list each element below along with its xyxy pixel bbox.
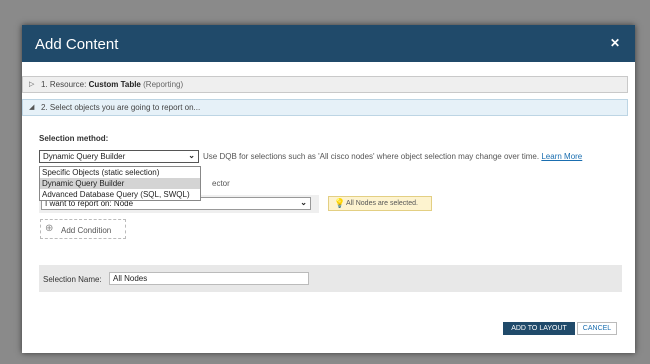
option-dynamic-query-builder[interactable]: Dynamic Query Builder (40, 178, 200, 189)
expand-arrow-icon[interactable]: ▷ (29, 80, 34, 88)
add-to-layout-button[interactable]: ADD TO LAYOUT (503, 322, 575, 335)
lightbulb-icon: 💡 (334, 198, 346, 208)
notice-text: All Nodes are selected. (346, 200, 418, 207)
selection-method-dropdown: Specific Objects (static selection) Dyna… (39, 166, 201, 201)
option-advanced-database-query[interactable]: Advanced Database Query (SQL, SWQL) (40, 189, 200, 200)
obscured-label-text: ector (212, 179, 230, 188)
plus-circle-icon: ⊕ (45, 223, 54, 234)
add-content-dialog: Add Content ✕ ▷ 1. Resource: Custom Tabl… (22, 25, 635, 353)
section-resource-label: 1. Resource: Custom Table (Reporting) (41, 80, 184, 89)
chevron-down-icon: ⌄ (300, 198, 307, 207)
add-condition-button[interactable]: ⊕ Add Condition (40, 219, 126, 239)
selection-name-input[interactable] (109, 272, 309, 285)
selection-method-value: Dynamic Query Builder (43, 152, 126, 161)
section-select-objects[interactable]: ◢ 2. Select objects you are going to rep… (22, 99, 628, 116)
close-icon[interactable]: ✕ (610, 36, 620, 50)
selection-name-bar: Selection Name: (39, 265, 622, 292)
all-nodes-notice: 💡 All Nodes are selected. (328, 196, 432, 211)
learn-more-link[interactable]: Learn More (541, 152, 582, 161)
selection-hint: Use DQB for selections such as 'All cisc… (203, 152, 583, 161)
collapse-arrow-icon[interactable]: ◢ (29, 103, 34, 111)
cancel-button[interactable]: CANCEL (577, 322, 617, 335)
selection-name-label: Selection Name: (43, 275, 102, 284)
option-specific-objects[interactable]: Specific Objects (static selection) (40, 167, 200, 178)
dialog-titlebar: Add Content ✕ (22, 25, 635, 62)
selection-method-select[interactable]: Dynamic Query Builder ⌄ (39, 150, 199, 163)
add-condition-label: Add Condition (61, 226, 112, 235)
section-resource[interactable]: ▷ 1. Resource: Custom Table (Reporting) (22, 76, 628, 93)
selection-method-label: Selection method: (39, 134, 109, 143)
chevron-down-icon: ⌄ (188, 151, 195, 160)
dialog-title: Add Content (35, 36, 119, 53)
section-select-objects-label: 2. Select objects you are going to repor… (41, 103, 201, 112)
